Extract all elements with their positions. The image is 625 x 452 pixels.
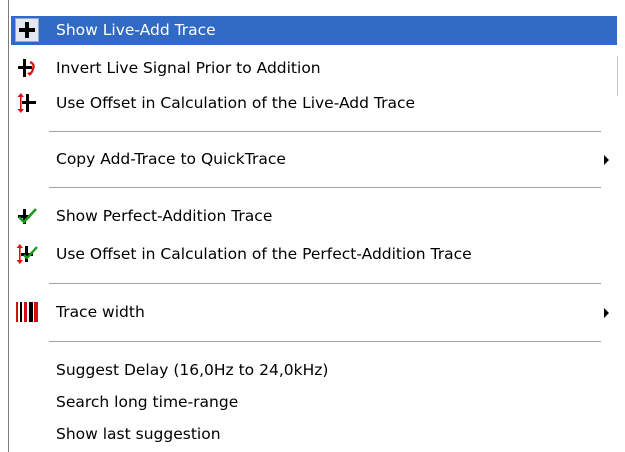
menu-separator: [49, 187, 601, 189]
plus-icon: [15, 18, 39, 42]
menu-item-invert-live-signal[interactable]: Invert Live Signal Prior to Addition: [11, 54, 617, 83]
menu-separator: [49, 283, 601, 285]
menu-item-label: Show last suggestion: [56, 425, 221, 443]
menu-separator: [49, 341, 601, 343]
menu-item-offset-live-add[interactable]: Use Offset in Calculation of the Live-Ad…: [11, 89, 617, 118]
menu-item-label: Show Live-Add Trace: [56, 21, 216, 39]
menu-item-suggest-delay[interactable]: Suggest Delay (16,0Hz to 24,0kHz): [11, 356, 617, 385]
checkmark-plus-icon: [15, 204, 39, 228]
context-menu: Show Live-Add Trace Invert Live Signal P…: [0, 0, 625, 452]
menu-item-label: Use Offset in Calculation of the Live-Ad…: [56, 94, 416, 112]
submenu-arrow-icon: [604, 155, 609, 165]
menu-item-offset-perfect-addition[interactable]: Use Offset in Calculation of the Perfect…: [11, 240, 617, 269]
menu-separator: [49, 131, 601, 133]
menu-item-label: Show Perfect-Addition Trace: [56, 207, 273, 225]
menu-item-label: Use Offset in Calculation of the Perfect…: [56, 245, 472, 263]
menu-item-show-perfect-addition[interactable]: Show Perfect-Addition Trace: [11, 202, 617, 231]
window-edge: [8, 0, 9, 452]
menu-item-label: Copy Add-Trace to QuickTrace: [56, 150, 286, 168]
background-window-fragment: [617, 56, 621, 96]
menu-item-label: Search long time-range: [56, 393, 239, 411]
trace-width-icon: [15, 300, 39, 324]
menu-item-label: Trace width: [56, 303, 145, 321]
menu-item-show-last-suggestion[interactable]: Show last suggestion: [11, 420, 617, 449]
invert-plus-icon: [15, 56, 39, 80]
menu-item-search-long-time-range[interactable]: Search long time-range: [11, 388, 617, 417]
offset-plus-icon: [15, 91, 39, 115]
menu-item-label: Suggest Delay (16,0Hz to 24,0kHz): [56, 361, 329, 379]
menu-item-trace-width[interactable]: Trace width: [11, 298, 617, 327]
menu-item-label: Invert Live Signal Prior to Addition: [56, 59, 321, 77]
submenu-arrow-icon: [604, 308, 609, 318]
offset-checkmark-icon: [15, 242, 39, 266]
menu-item-copy-add-trace[interactable]: Copy Add-Trace to QuickTrace: [11, 145, 617, 174]
menu-item-show-live-add-trace[interactable]: Show Live-Add Trace: [11, 16, 617, 45]
